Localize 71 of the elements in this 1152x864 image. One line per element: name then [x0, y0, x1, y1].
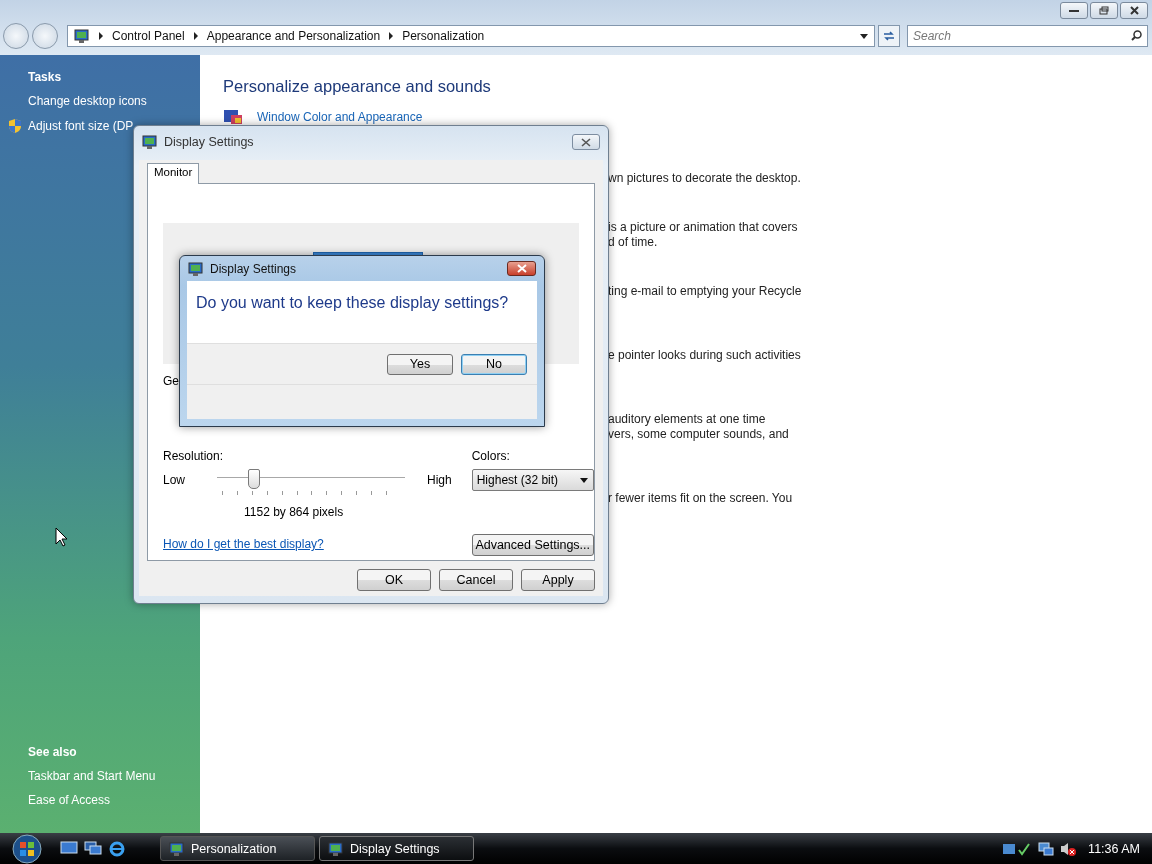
window-switch-icon[interactable]: [84, 840, 102, 855]
description-text: r fewer items fit on the screen. You: [608, 491, 794, 506]
advanced-settings-button[interactable]: Advanced Settings...: [471, 534, 594, 556]
search-icon: [1131, 30, 1142, 41]
description-text: auditory elements at one time: [608, 412, 767, 427]
description-text: d of time.: [608, 235, 659, 250]
close-icon: [580, 137, 592, 147]
label-text: Ge: [163, 374, 179, 388]
help-link[interactable]: How do I get the best display?: [163, 537, 324, 551]
slider-low-label: Low: [163, 473, 185, 487]
colors-label: Colors:: [471, 449, 510, 463]
close-icon: [515, 264, 528, 273]
display-settings-icon: [142, 134, 158, 150]
close-button[interactable]: [1120, 2, 1148, 19]
breadcrumb-arrow-icon: [98, 32, 104, 40]
colors-dropdown[interactable]: Highest (32 bit): [471, 469, 594, 491]
address-bar[interactable]: Control Panel Appearance and Personalization Personalization: [67, 25, 875, 47]
dialog-button[interactable]: No: [461, 353, 527, 375]
control-panel-icon: [74, 28, 90, 44]
breadcrumb-arrow-icon: [192, 32, 199, 40]
settings-link[interactable]: Window Color and Appearance: [257, 110, 423, 124]
browser-icon[interactable]: [108, 840, 126, 857]
sidebar-link[interactable]: Adjust font size (DP: [28, 119, 134, 133]
restore-icon: [1099, 6, 1109, 15]
sidebar-heading: See also: [28, 745, 78, 759]
close-button[interactable]: [572, 134, 600, 150]
desktop-icon[interactable]: [60, 840, 78, 855]
dialog-question: Do you want to keep these display settings?: [196, 294, 509, 311]
window-icon: [169, 840, 185, 857]
window-colors-icon: [223, 109, 243, 125]
description-text: wn pictures to decorate the desktop.: [608, 171, 802, 186]
slider-thumb[interactable]: [247, 469, 260, 489]
breadcrumb-item[interactable]: Control Panel: [112, 29, 185, 43]
dialog-button[interactable]: OK: [357, 569, 431, 591]
dropdown-arrow-icon[interactable]: [860, 33, 868, 39]
dialog-button[interactable]: Cancel: [439, 569, 513, 591]
breadcrumb-item[interactable]: Personalization: [402, 29, 485, 43]
page-heading: Personalize appearance and sounds: [223, 77, 492, 96]
refresh-icon: [882, 30, 896, 42]
restore-button[interactable]: [1090, 2, 1118, 19]
description-text: is a picture or animation that covers: [608, 220, 799, 235]
description-text: e pointer looks during such activities: [608, 348, 802, 363]
close-button[interactable]: [507, 261, 536, 276]
minimize-button[interactable]: [1060, 2, 1088, 19]
mouse-pointer-icon: [55, 527, 68, 547]
shield-icon: [7, 118, 23, 134]
close-icon: [1129, 6, 1139, 15]
description-text: vers, some computer sounds, and: [608, 427, 790, 442]
tab[interactable]: Monitor: [147, 163, 200, 184]
network-icon[interactable]: [1038, 840, 1055, 857]
sidebar-heading: Tasks: [28, 70, 63, 84]
description-text: ting e-mail to emptying your Recycle: [608, 284, 803, 299]
sidebar-link[interactable]: Change desktop icons: [28, 94, 147, 108]
search-field[interactable]: Search: [907, 25, 1148, 47]
dialog-button[interactable]: Apply: [521, 569, 595, 591]
slider-high-label: High: [427, 473, 452, 487]
display-settings-icon: [188, 260, 204, 277]
dialog-title: Display Settings: [210, 261, 297, 276]
dropdown-arrow-icon: [579, 477, 588, 483]
taskbar-button[interactable]: Personalization: [160, 836, 315, 861]
breadcrumb-item[interactable]: Appearance and Personalization: [206, 29, 381, 43]
resolution-label: Resolution:: [163, 449, 224, 463]
taskbar-button[interactable]: Display Settings: [319, 836, 474, 861]
dialog-button[interactable]: Yes: [387, 353, 453, 375]
resolution-value: 1152 by 864 pixels: [244, 505, 344, 519]
breadcrumb-arrow-icon: [388, 32, 395, 40]
volume-muted-icon[interactable]: [1060, 840, 1077, 857]
refresh-button[interactable]: [878, 25, 900, 47]
window-title: Display Settings: [164, 135, 254, 149]
window-icon: [328, 840, 344, 857]
clock: 11:36 AM: [1088, 841, 1140, 856]
